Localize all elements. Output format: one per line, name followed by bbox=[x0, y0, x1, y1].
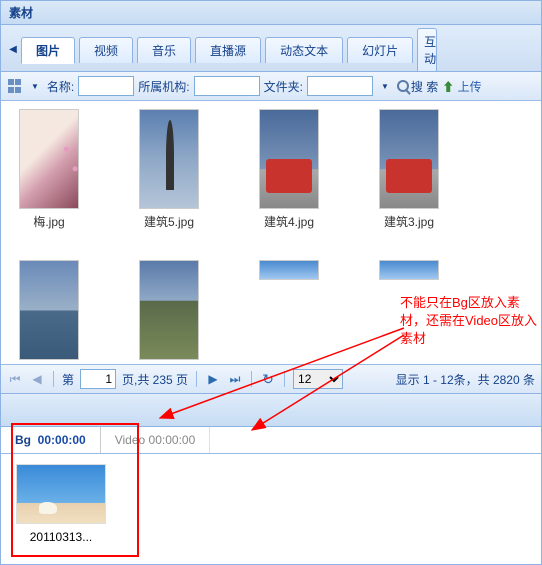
tab-video-timeline[interactable]: Video 00:00:00 bbox=[101, 427, 211, 453]
tab-dynamic-text[interactable]: 动态文本 bbox=[265, 37, 343, 63]
thumb-image bbox=[259, 260, 319, 280]
thumb-image bbox=[379, 260, 439, 280]
folder-dropdown-icon[interactable]: ▼ bbox=[381, 82, 389, 91]
media-item[interactable]: 20110313... bbox=[11, 464, 111, 544]
thumb-item[interactable]: 建筑5.jpg bbox=[129, 109, 209, 230]
thumb-item[interactable]: 建筑2.jpg bbox=[9, 260, 89, 364]
section-divider bbox=[1, 393, 541, 427]
pager-first-icon[interactable]: ⏮ bbox=[7, 371, 23, 387]
thumb-image bbox=[139, 109, 199, 209]
thumb-label: 建筑3.jpg bbox=[369, 213, 449, 230]
org-input[interactable] bbox=[194, 76, 260, 96]
timeline-content: 20110313... bbox=[1, 454, 541, 564]
tab-bg[interactable]: Bg 00:00:00 bbox=[1, 427, 101, 453]
upload-button[interactable]: ⬆ 上传 bbox=[442, 78, 481, 95]
media-thumbnail bbox=[16, 464, 106, 524]
thumb-item[interactable]: 建筑3.jpg bbox=[369, 109, 449, 230]
pager-info: 显示 1 - 12条，共 2820 条 bbox=[396, 371, 535, 388]
thumb-item[interactable] bbox=[249, 260, 329, 364]
thumb-item[interactable]: 建筑1.jpg bbox=[129, 260, 209, 364]
name-input[interactable] bbox=[78, 76, 134, 96]
media-label: 20110313... bbox=[11, 530, 111, 544]
tab-image[interactable]: 图片 bbox=[21, 37, 75, 64]
pager-size-select[interactable]: 12 bbox=[293, 369, 343, 389]
pager-refresh-icon[interactable]: ↻ bbox=[260, 371, 276, 387]
folder-label: 文件夹: bbox=[264, 78, 303, 95]
tab-interactive[interactable]: 互动 bbox=[417, 28, 437, 71]
pager: ⏮ ◀ 第 页,共 235 页 ▶ ⏭ ↻ 12 显示 1 - 12条，共 28… bbox=[1, 364, 541, 393]
thumb-item[interactable]: 建筑4.jpg bbox=[249, 109, 329, 230]
tab-scroll-left-icon[interactable]: ◀ bbox=[7, 41, 19, 59]
folder-input[interactable] bbox=[307, 76, 373, 96]
pager-next-icon[interactable]: ▶ bbox=[205, 371, 221, 387]
pager-page-prefix: 第 bbox=[62, 371, 74, 388]
thumb-image bbox=[19, 109, 79, 209]
thumbnail-view-icon[interactable] bbox=[7, 78, 23, 94]
search-icon bbox=[397, 80, 409, 92]
thumb-label: 建筑5.jpg bbox=[129, 213, 209, 230]
panel-title: 素材 bbox=[1, 1, 541, 25]
toolbar: ▼ 名称: 所属机构: 文件夹: ▼ 搜 索 ⬆ 上传 bbox=[1, 72, 541, 101]
thumb-label: 建筑4.jpg bbox=[249, 213, 329, 230]
pager-total-text: 页,共 235 页 bbox=[122, 371, 188, 388]
thumb-image bbox=[139, 260, 199, 360]
thumb-item[interactable] bbox=[369, 260, 449, 364]
tab-live[interactable]: 直播源 bbox=[195, 37, 261, 63]
tab-slideshow[interactable]: 幻灯片 bbox=[347, 37, 413, 63]
search-button[interactable]: 搜 索 bbox=[397, 78, 438, 95]
thumbnail-area: 梅.jpg 建筑5.jpg 建筑4.jpg 建筑3.jpg 建筑2.jpg 建筑… bbox=[1, 101, 541, 364]
thumb-label: 梅.jpg bbox=[9, 213, 89, 230]
thumb-image bbox=[259, 109, 319, 209]
thumb-item[interactable]: 梅.jpg bbox=[9, 109, 89, 230]
org-label: 所属机构: bbox=[138, 78, 189, 95]
tab-music[interactable]: 音乐 bbox=[137, 37, 191, 63]
pager-prev-icon[interactable]: ◀ bbox=[29, 371, 45, 387]
pager-page-input[interactable] bbox=[80, 369, 116, 389]
name-label: 名称: bbox=[47, 78, 74, 95]
main-tabs: ◀ 图片 视频 音乐 直播源 动态文本 幻灯片 互动 bbox=[1, 25, 541, 72]
thumb-image bbox=[379, 109, 439, 209]
view-dropdown-icon[interactable]: ▼ bbox=[31, 82, 39, 91]
tab-video[interactable]: 视频 bbox=[79, 37, 133, 63]
timeline-tabs: Bg 00:00:00 Video 00:00:00 bbox=[1, 427, 541, 454]
pager-last-icon[interactable]: ⏭ bbox=[227, 371, 243, 387]
search-label: 搜 索 bbox=[411, 78, 438, 95]
thumb-image bbox=[19, 260, 79, 360]
